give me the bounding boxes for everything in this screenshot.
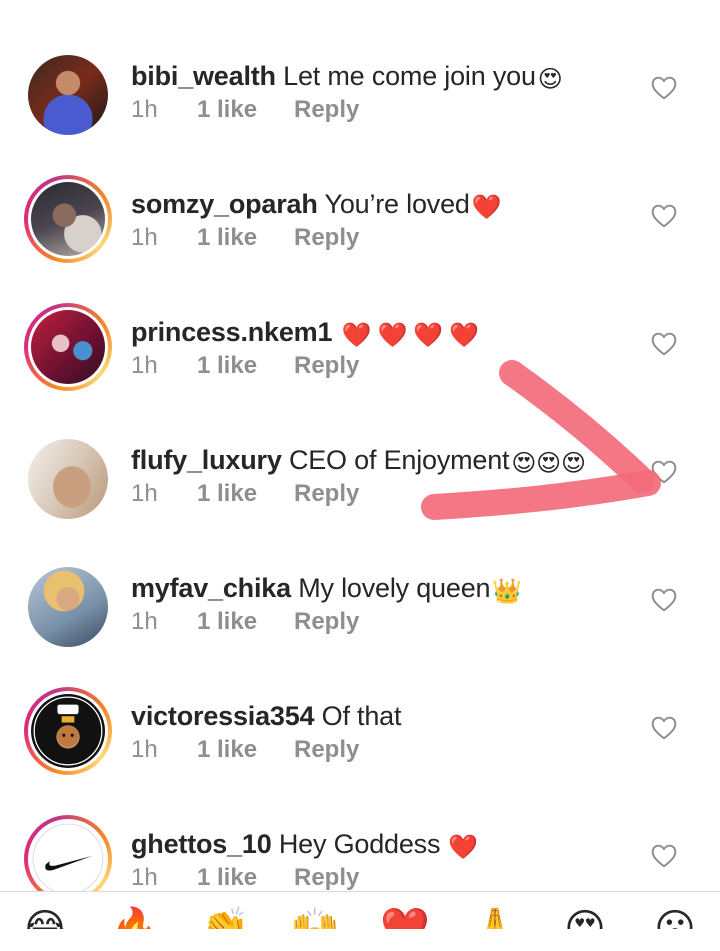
comment-meta: 1h 1 like Reply xyxy=(131,735,359,765)
comment-text: CEO of Enjoyment xyxy=(288,445,510,475)
comment-item: flufy_luxury CEO of Enjoyment😍😍😍 1h 1 lik… xyxy=(0,439,720,567)
like-heart-icon[interactable] xyxy=(651,204,677,228)
quick-reaction-emoji[interactable]: 😂 xyxy=(18,902,72,929)
comment-likes[interactable]: 1 like xyxy=(197,735,294,765)
quick-reaction-emoji[interactable]: 😍 xyxy=(558,902,612,929)
avatar[interactable] xyxy=(24,175,112,263)
like-heart-icon[interactable] xyxy=(651,76,677,100)
avatar[interactable] xyxy=(24,687,112,775)
reply-button[interactable]: Reply xyxy=(294,607,359,637)
comment-text: Let me come join you xyxy=(283,61,536,91)
avatar[interactable] xyxy=(28,55,108,135)
comment-username[interactable]: ghettos_10 xyxy=(131,829,272,859)
comment-likes[interactable]: 1 like xyxy=(197,479,294,509)
comment-emoji: ❤️ xyxy=(448,834,478,861)
avatar-image xyxy=(31,694,105,768)
avatar-image xyxy=(31,822,105,896)
reply-button[interactable]: Reply xyxy=(294,351,359,381)
quick-reaction-emoji[interactable]: ❤️ xyxy=(378,902,432,929)
comment-username[interactable]: princess.nkem1 xyxy=(131,317,333,347)
comment-username[interactable]: bibi_wealth xyxy=(131,61,276,91)
comment-time: 1h xyxy=(131,352,158,379)
comment-text: You’re loved xyxy=(324,189,470,219)
comment-item: princess.nkem1 ❤️❤️❤️❤️ 1h 1 like Reply xyxy=(0,303,720,439)
quick-reaction-emoji[interactable]: 🔥 xyxy=(108,902,162,929)
comment-likes[interactable]: 1 like xyxy=(197,95,294,125)
avatar[interactable] xyxy=(24,303,112,391)
comment-time: 1h xyxy=(131,864,158,891)
reply-button[interactable]: Reply xyxy=(294,863,359,893)
comment-item: bibi_wealth Let me come join you😍 1h 1 li… xyxy=(0,55,720,183)
comment-time: 1h xyxy=(131,224,158,251)
comment-emoji: ❤️❤️❤️❤️ xyxy=(341,322,486,349)
comment-time: 1h xyxy=(131,480,158,507)
comment-meta: 1h 1 like Reply xyxy=(131,95,359,125)
reply-button[interactable]: Reply xyxy=(294,735,359,765)
reply-button[interactable]: Reply xyxy=(294,479,359,509)
comment-text: Of that xyxy=(321,701,402,731)
comment-emoji: 😍😍😍 xyxy=(511,450,586,477)
quick-reaction-emoji[interactable]: 👏 xyxy=(198,902,252,929)
like-heart-icon[interactable] xyxy=(651,844,677,868)
avatar-image xyxy=(28,439,108,519)
like-heart-icon[interactable] xyxy=(651,332,677,356)
comment-likes[interactable]: 1 like xyxy=(197,351,294,381)
comment-username[interactable]: flufy_luxury xyxy=(131,445,282,475)
like-heart-icon[interactable] xyxy=(651,588,677,612)
like-heart-icon[interactable] xyxy=(651,716,677,740)
comment-likes[interactable]: 1 like xyxy=(197,607,294,637)
comment-username[interactable]: somzy_oparah xyxy=(131,189,318,219)
swoosh-logo-icon xyxy=(32,823,104,895)
comment-username[interactable]: victoressia354 xyxy=(131,701,315,731)
comment-emoji: 👑 xyxy=(492,578,523,605)
comment-emoji: ❤️ xyxy=(471,194,502,221)
emoji-quick-bar: 😂 🔥 👏 🙌 ❤️ 🙏 😍 😮 xyxy=(0,891,720,929)
comment-meta: 1h 1 like Reply xyxy=(131,479,359,509)
comment-likes[interactable]: 1 like xyxy=(197,223,294,253)
comment-meta: 1h 1 like Reply xyxy=(131,351,359,381)
comment-item: somzy_oparah You’re loved❤️ 1h 1 like Repl… xyxy=(0,175,720,311)
quick-reaction-emoji[interactable]: 🙌 xyxy=(288,902,342,929)
avatar-image xyxy=(28,55,108,135)
comment-emoji: 😍 xyxy=(537,66,563,93)
comment-time: 1h xyxy=(131,608,158,635)
comment-time: 1h xyxy=(131,736,158,763)
quick-reaction-emoji[interactable]: 😮 xyxy=(648,902,702,929)
comment-username[interactable]: myfav_chika xyxy=(131,573,291,603)
comment-meta: 1h 1 like Reply xyxy=(131,607,359,637)
comment-meta: 1h 1 like Reply xyxy=(131,223,359,253)
quick-reaction-emoji[interactable]: 🙏 xyxy=(468,902,522,929)
comment-text: Hey Goddess xyxy=(278,829,441,859)
comment-item: ghettos_10 Hey Goddess ❤️ 1h 1 like Reply xyxy=(0,815,720,951)
comment-item: victoressia354 Of that 1h 1 like Reply xyxy=(0,687,720,823)
dmw-logo-icon xyxy=(33,696,103,766)
comment-meta: 1h 1 like Reply xyxy=(131,863,359,893)
comment-time: 1h xyxy=(131,96,158,123)
avatar[interactable] xyxy=(28,567,108,647)
comment-likes[interactable]: 1 like xyxy=(197,863,294,893)
avatar[interactable] xyxy=(24,815,112,903)
avatar[interactable] xyxy=(28,439,108,519)
comment-item: myfav_chika My lovely queen👑 1h 1 like Rep… xyxy=(0,567,720,695)
like-heart-icon[interactable] xyxy=(651,460,677,484)
avatar-image xyxy=(31,182,105,256)
avatar-image xyxy=(28,567,108,647)
reply-button[interactable]: Reply xyxy=(294,223,359,253)
reply-button[interactable]: Reply xyxy=(294,95,359,125)
avatar-image xyxy=(31,310,105,384)
comment-text: My lovely queen xyxy=(298,573,491,603)
